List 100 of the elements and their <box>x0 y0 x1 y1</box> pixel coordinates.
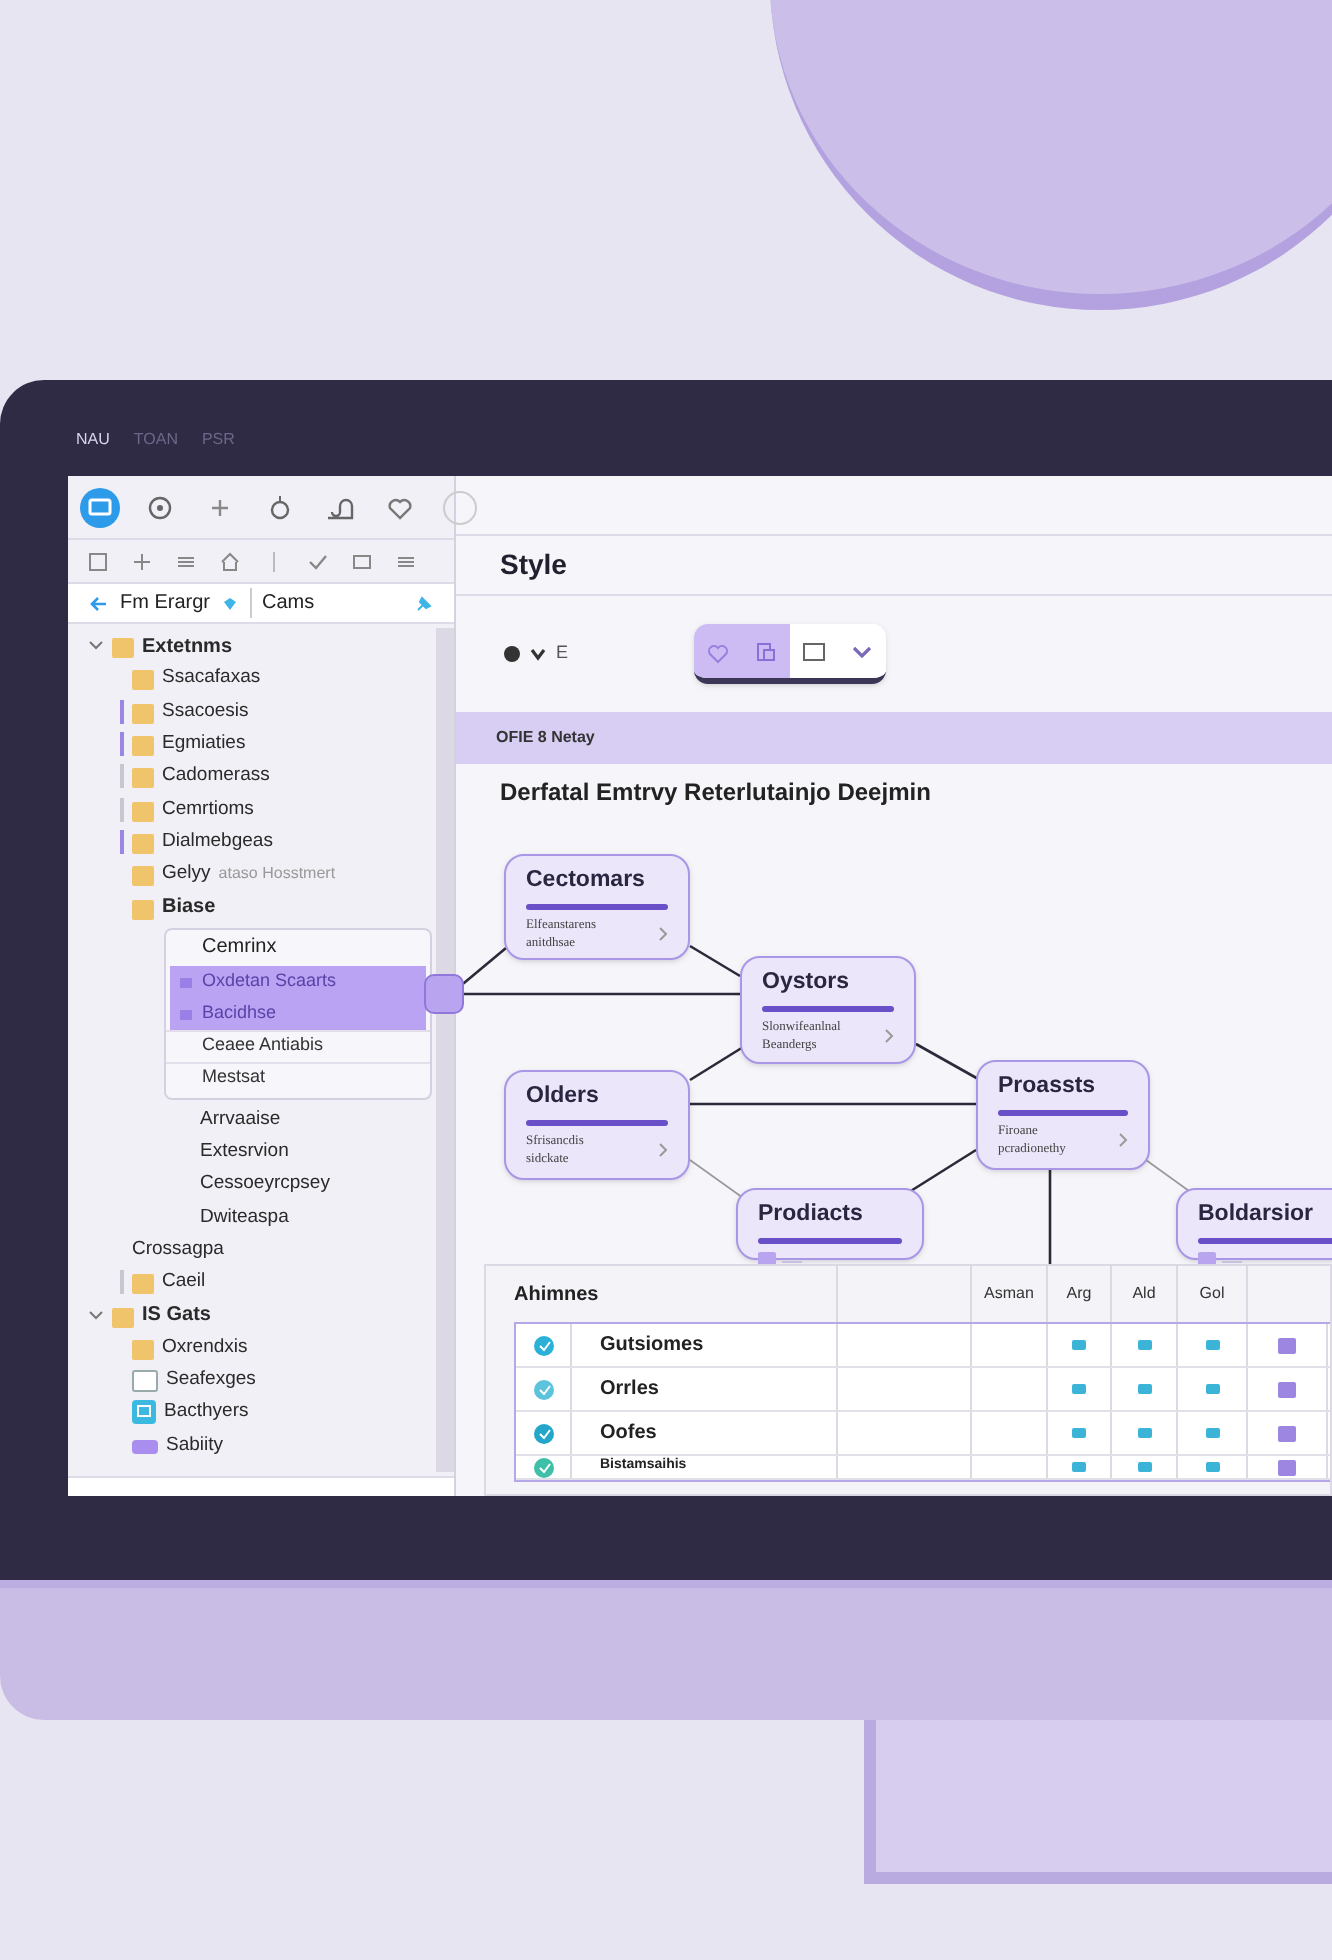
tree-item[interactable]: Extesrvion <box>164 1137 289 1167</box>
tray-icon <box>132 1434 158 1457</box>
title-underline <box>758 1238 902 1245</box>
tree-item[interactable]: Sabiity <box>166 1431 224 1460</box>
chip-icon <box>1072 1462 1086 1472</box>
menu-item[interactable]: Ceaee Antiabis <box>166 1029 430 1062</box>
tree-item[interactable]: Ssacafaxas <box>162 664 261 694</box>
chip-icon <box>1137 1384 1151 1394</box>
menu-item[interactable]: Mestsat <box>166 1061 430 1094</box>
tree-item[interactable]: Cessoeyrcpsey <box>164 1170 330 1200</box>
chip-icon <box>1137 1462 1151 1472</box>
chip-icon <box>1072 1428 1086 1438</box>
table-cell-text: Orrles <box>600 1376 659 1404</box>
tree-item[interactable]: Oxrendxis <box>162 1333 248 1363</box>
square-icon[interactable] <box>352 551 372 571</box>
bezel-label: PSR <box>201 428 235 452</box>
entity-node[interactable]: Prodiacts <box>736 1188 924 1260</box>
tree-item[interactable]: Caeil <box>162 1268 206 1297</box>
folder-icon <box>132 732 154 757</box>
gem-icon <box>222 595 238 611</box>
table-cell-text: Gutsiomes <box>600 1332 704 1360</box>
title-underline <box>1198 1238 1332 1245</box>
node-title: Proassts <box>998 1072 1098 1102</box>
folder-icon <box>132 829 154 854</box>
tree-item[interactable]: IS Gats <box>142 1300 211 1331</box>
folder-icon <box>112 1303 134 1328</box>
chip-icon <box>1137 1340 1151 1350</box>
copy-icon[interactable] <box>754 639 779 663</box>
connector-handle[interactable] <box>424 974 464 1014</box>
node-title: Prodiacts <box>758 1200 865 1230</box>
title-underline <box>998 1110 1128 1117</box>
folder-icon <box>132 1270 154 1295</box>
folder-icon <box>132 1335 154 1360</box>
chip-icon <box>1072 1384 1086 1394</box>
back-arrow-icon[interactable] <box>88 593 108 613</box>
panel-title: Style <box>500 546 567 584</box>
window-icon <box>132 1368 158 1393</box>
chip-icon <box>1072 1340 1086 1350</box>
path-segment[interactable]: Fm Erargr <box>120 588 210 618</box>
path-segment[interactable]: Cams <box>250 588 315 618</box>
chevron-down-icon[interactable] <box>88 638 104 655</box>
chip-icon <box>1137 1428 1151 1438</box>
node-title: Boldarsior <box>1198 1200 1316 1230</box>
chip-icon <box>1205 1384 1219 1394</box>
chip-icon <box>1205 1340 1219 1350</box>
action-icon[interactable] <box>1276 1457 1298 1477</box>
tree-item[interactable]: Gelyy <box>162 860 211 889</box>
chevron-right-icon[interactable] <box>884 1028 894 1045</box>
square-icon[interactable] <box>802 639 827 663</box>
column-header: Arg <box>1066 1282 1092 1306</box>
chevron-down-icon[interactable] <box>88 1307 104 1324</box>
tree-item[interactable]: Dwiteaspa <box>164 1203 289 1232</box>
check-icon[interactable] <box>530 646 546 662</box>
section-band: OFIE 8 Netay <box>456 712 1332 764</box>
tree-item[interactable]: Extetnms <box>142 631 233 662</box>
node-title: Cectomars <box>526 866 647 896</box>
chevron-right-icon[interactable] <box>658 926 668 943</box>
tree-item[interactable]: Biase <box>162 892 216 923</box>
diagram-title: Derfatal Emtrvy Reterlutainjo Deejmin <box>498 776 933 810</box>
column-header: Asman <box>984 1282 1034 1306</box>
title-underline <box>526 1120 668 1127</box>
bezel-label: NAU <box>76 428 110 452</box>
tree-note: ataso Hosstmert <box>218 862 336 887</box>
tree-item[interactable]: Ssacoesis <box>162 697 249 726</box>
tree-item[interactable]: Bacthyers <box>164 1398 249 1428</box>
plus-icon[interactable] <box>132 551 152 571</box>
column-header: Ald <box>1132 1282 1156 1306</box>
scrollbar[interactable] <box>436 628 454 1472</box>
heart-icon[interactable] <box>706 639 731 663</box>
tree-item[interactable]: Egmiaties <box>162 729 246 759</box>
tree-item[interactable]: Dialmebgeas <box>162 827 273 857</box>
status-dot-icon <box>504 646 520 662</box>
tree-item[interactable]: Arrvaaise <box>164 1105 281 1134</box>
tree-item[interactable]: Cemrtioms <box>162 795 254 824</box>
tree-item[interactable]: Crossagpa <box>132 1235 224 1265</box>
chevron-right-icon[interactable] <box>658 1142 668 1159</box>
home-icon[interactable] <box>220 551 240 571</box>
folder-icon <box>132 895 154 920</box>
check-icon[interactable] <box>308 551 328 571</box>
chip-icon <box>1205 1428 1219 1438</box>
entity-node[interactable]: Boldarsior <box>1176 1188 1332 1260</box>
tree-item[interactable]: Cadomerass <box>162 762 270 791</box>
action-icon[interactable] <box>1276 1379 1298 1399</box>
title-underline <box>762 1006 894 1013</box>
list-icon[interactable] <box>176 551 196 571</box>
list-icon[interactable] <box>396 551 416 571</box>
folder-icon <box>112 634 134 659</box>
chat-icon[interactable] <box>80 487 120 527</box>
bezel-label: TOAN <box>133 428 178 452</box>
segmented-control[interactable] <box>694 624 887 684</box>
checkbox-icon[interactable] <box>88 551 108 571</box>
tree-item[interactable]: Seafexges <box>166 1366 256 1395</box>
action-icon[interactable] <box>1276 1335 1298 1355</box>
pin-icon[interactable] <box>414 593 434 613</box>
action-icon[interactable] <box>1276 1423 1298 1443</box>
chevron-right-icon[interactable] <box>1118 1132 1128 1149</box>
folder-icon <box>132 666 154 691</box>
menu-title: Cemrinx <box>200 934 279 963</box>
table-cell-text: Oofes <box>600 1420 657 1448</box>
folder-icon <box>132 699 154 724</box>
